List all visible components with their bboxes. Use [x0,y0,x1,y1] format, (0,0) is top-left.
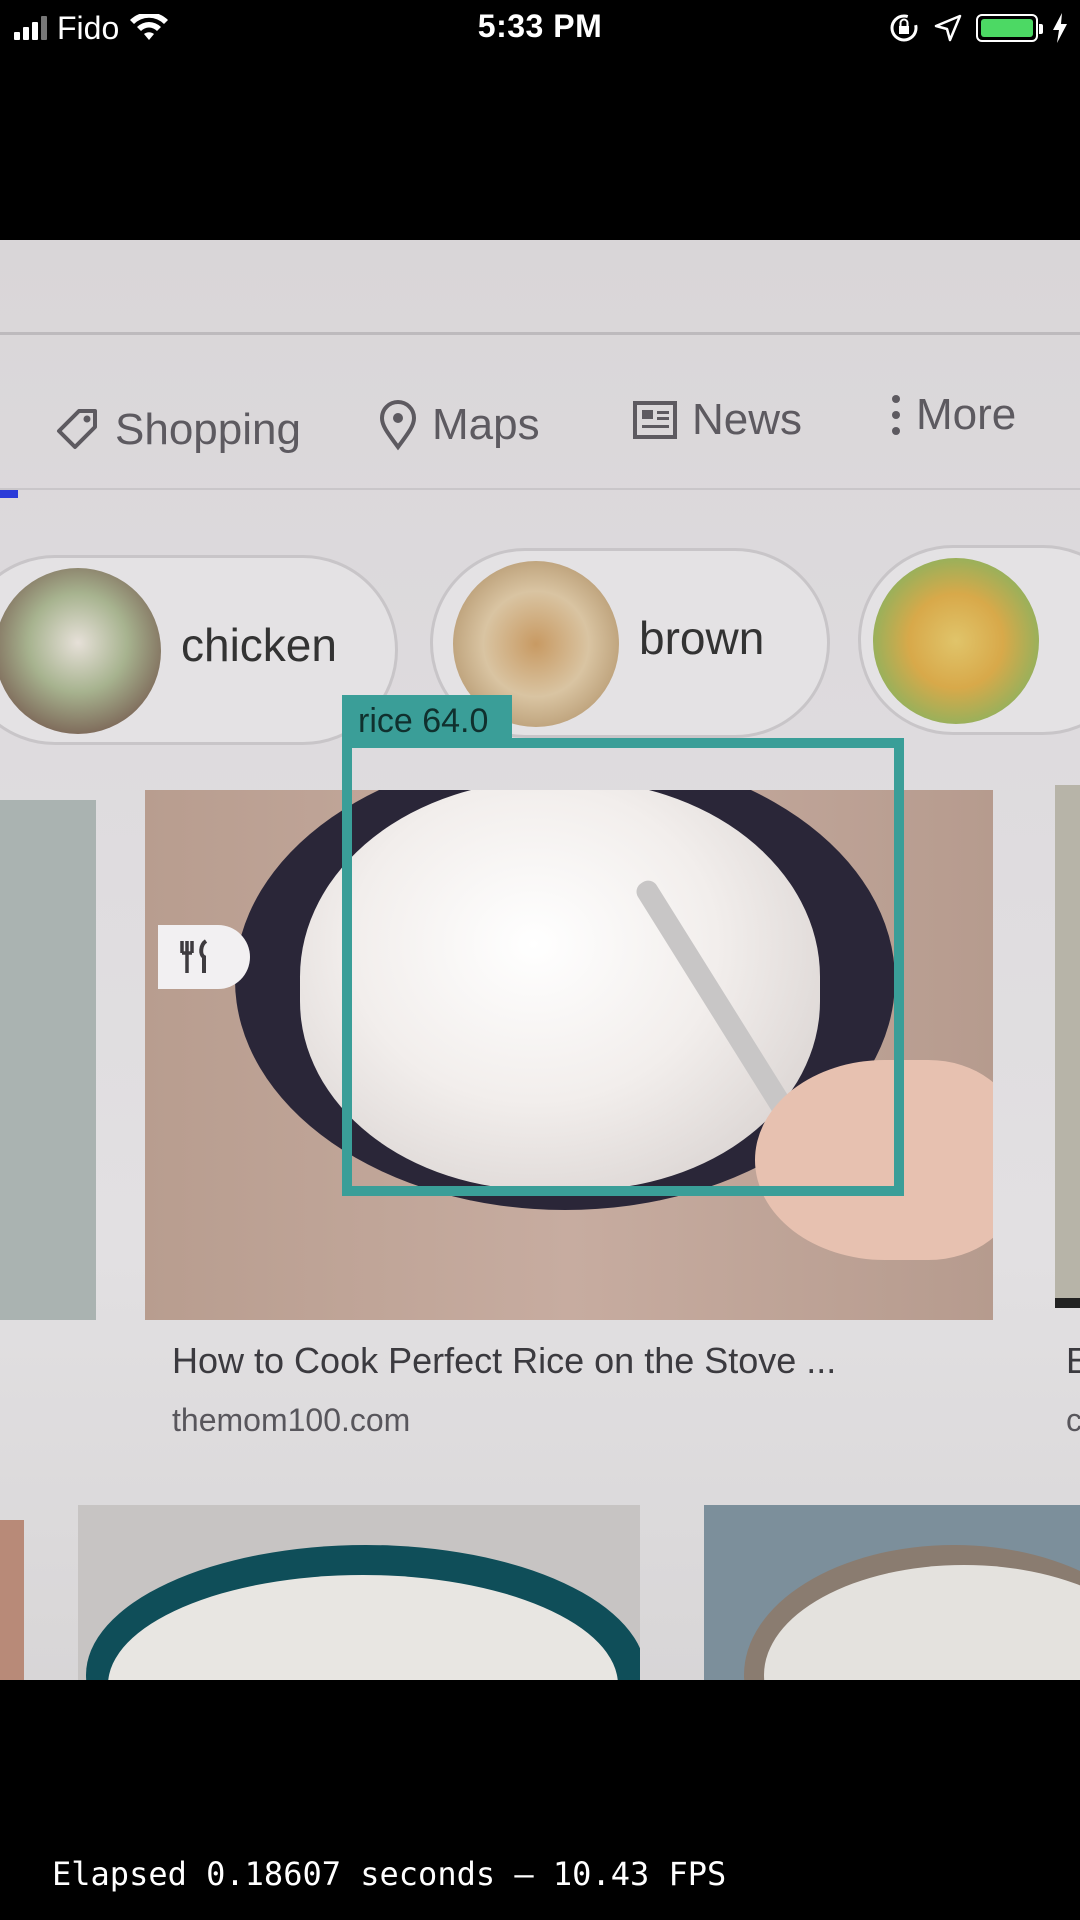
tab-news: News [632,375,802,465]
tab-shopping: Shopping [55,385,301,475]
location-arrow-icon [934,14,962,42]
result-title-right: E [1066,1340,1080,1381]
news-icon [633,401,677,439]
battery-nub [1039,24,1043,34]
chip-chicken: chicken [0,555,398,745]
tabs-underline [0,488,1080,490]
result-thumb-edge [0,1520,24,1680]
search-nav-tabs: Shopping Maps News More [0,375,1080,465]
result-thumbnail-a [78,1505,640,1680]
chip-label: brown [639,612,765,664]
result-site-right: c [1066,1402,1080,1438]
tab-label: More [916,390,1017,439]
elapsed-fps-readout: Elapsed 0.18607 seconds – 10.43 FPS [52,1855,727,1893]
recipe-badge [158,925,250,989]
charging-bolt-icon [1053,13,1067,43]
result-title: How to Cook Perfect Rice on the Stove ..… [172,1340,837,1381]
tab-label: News [692,395,803,444]
result-image-right [1055,785,1080,1305]
map-pin-icon [379,400,417,451]
more-vertical-icon [892,395,900,435]
detection-bounding-box [342,738,904,1196]
tab-label: Shopping [115,405,301,454]
chip-chicken-thumbnail [0,568,161,734]
chip-label: chicken [181,619,337,671]
tab-label: Maps [432,400,540,449]
browser-divider [0,332,1080,335]
result-right-bar [1055,1298,1080,1308]
active-tab-indicator [0,490,18,498]
tab-more: More [890,370,1016,460]
result-thumbnail-b [704,1505,1080,1680]
status-bar-right [888,8,1068,48]
status-bar: Fido 5:33 PM [0,0,1080,56]
result-site: themom100.com [172,1402,411,1438]
result-image-left [0,800,96,1320]
tag-icon [57,409,97,449]
orientation-lock-icon [890,14,918,42]
fork-knife-icon [180,939,208,973]
battery-icon [976,14,1043,42]
chip-fried-rice-thumbnail [873,558,1039,724]
tab-maps: Maps [378,380,540,470]
camera-preview: Shopping Maps News More chicken brown ri… [0,240,1080,1680]
battery-level [981,19,1033,37]
chip-third [858,545,1080,735]
